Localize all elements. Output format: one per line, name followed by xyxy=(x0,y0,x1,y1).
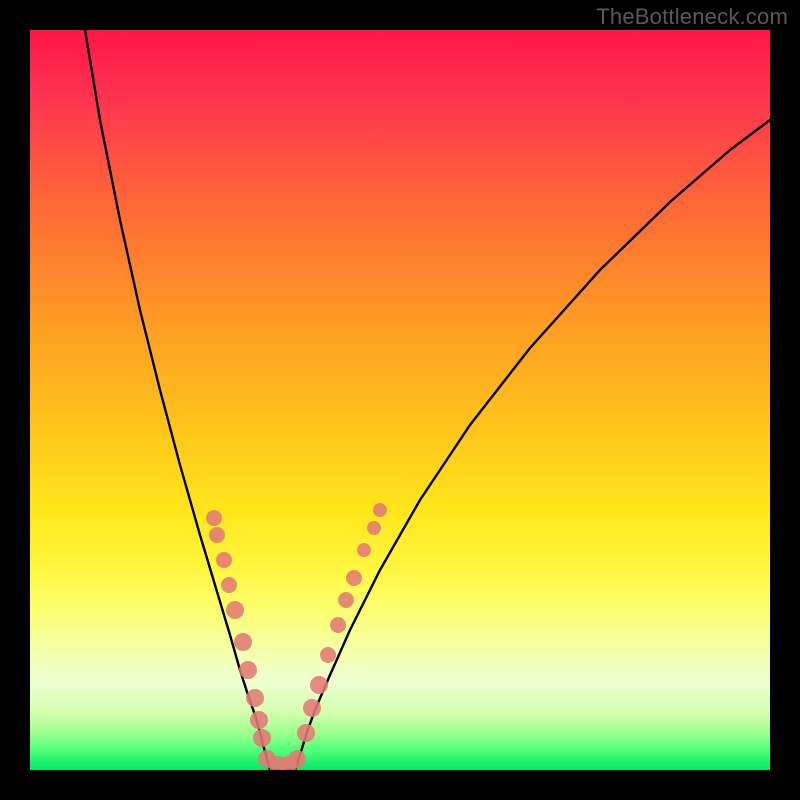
plot-area xyxy=(30,30,770,770)
marker-dot xyxy=(288,750,306,768)
marker-dot xyxy=(320,647,336,663)
marker-dot xyxy=(250,711,268,729)
v-curve-left xyxy=(85,30,295,770)
marker-dot xyxy=(310,676,328,694)
marker-dot xyxy=(234,633,252,651)
marker-dot xyxy=(206,510,222,526)
marker-dot xyxy=(253,729,271,747)
marker-dot xyxy=(303,699,321,717)
marker-dot xyxy=(226,601,244,619)
watermark-text: TheBottleneck.com xyxy=(596,4,788,30)
marker-dot xyxy=(346,570,362,586)
marker-dot xyxy=(221,577,237,593)
marker-dot xyxy=(239,661,257,679)
curve-overlay xyxy=(30,30,770,770)
marker-dot xyxy=(216,552,232,568)
marker-dot xyxy=(297,724,315,742)
v-curve-right xyxy=(295,120,770,770)
marker-layer xyxy=(206,503,387,770)
marker-dot xyxy=(373,503,387,517)
marker-dot xyxy=(367,521,381,535)
marker-dot xyxy=(330,617,346,633)
marker-dot xyxy=(209,527,225,543)
marker-dot xyxy=(246,689,264,707)
chart-frame: TheBottleneck.com xyxy=(0,0,800,800)
marker-dot xyxy=(357,543,371,557)
marker-dot xyxy=(338,592,354,608)
